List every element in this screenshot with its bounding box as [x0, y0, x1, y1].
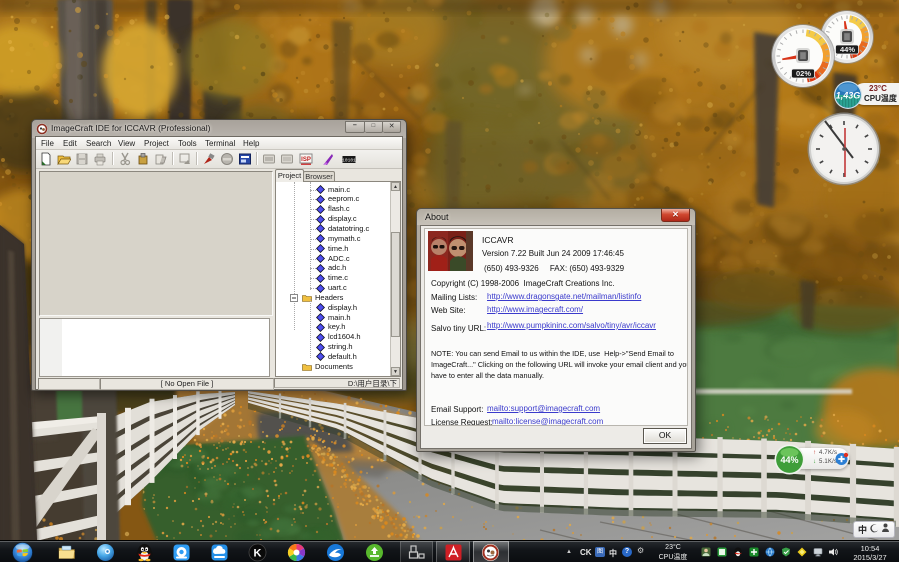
svg-text:44%: 44%: [840, 45, 855, 54]
svg-text:1,43G: 1,43G: [836, 91, 861, 101]
svg-text:44%: 44%: [780, 455, 798, 465]
svg-text:02%: 02%: [796, 69, 811, 78]
svg-text:K: K: [254, 548, 262, 560]
svg-text:ISP: ISP: [301, 157, 311, 163]
svg-text:10101: 10101: [342, 158, 356, 164]
